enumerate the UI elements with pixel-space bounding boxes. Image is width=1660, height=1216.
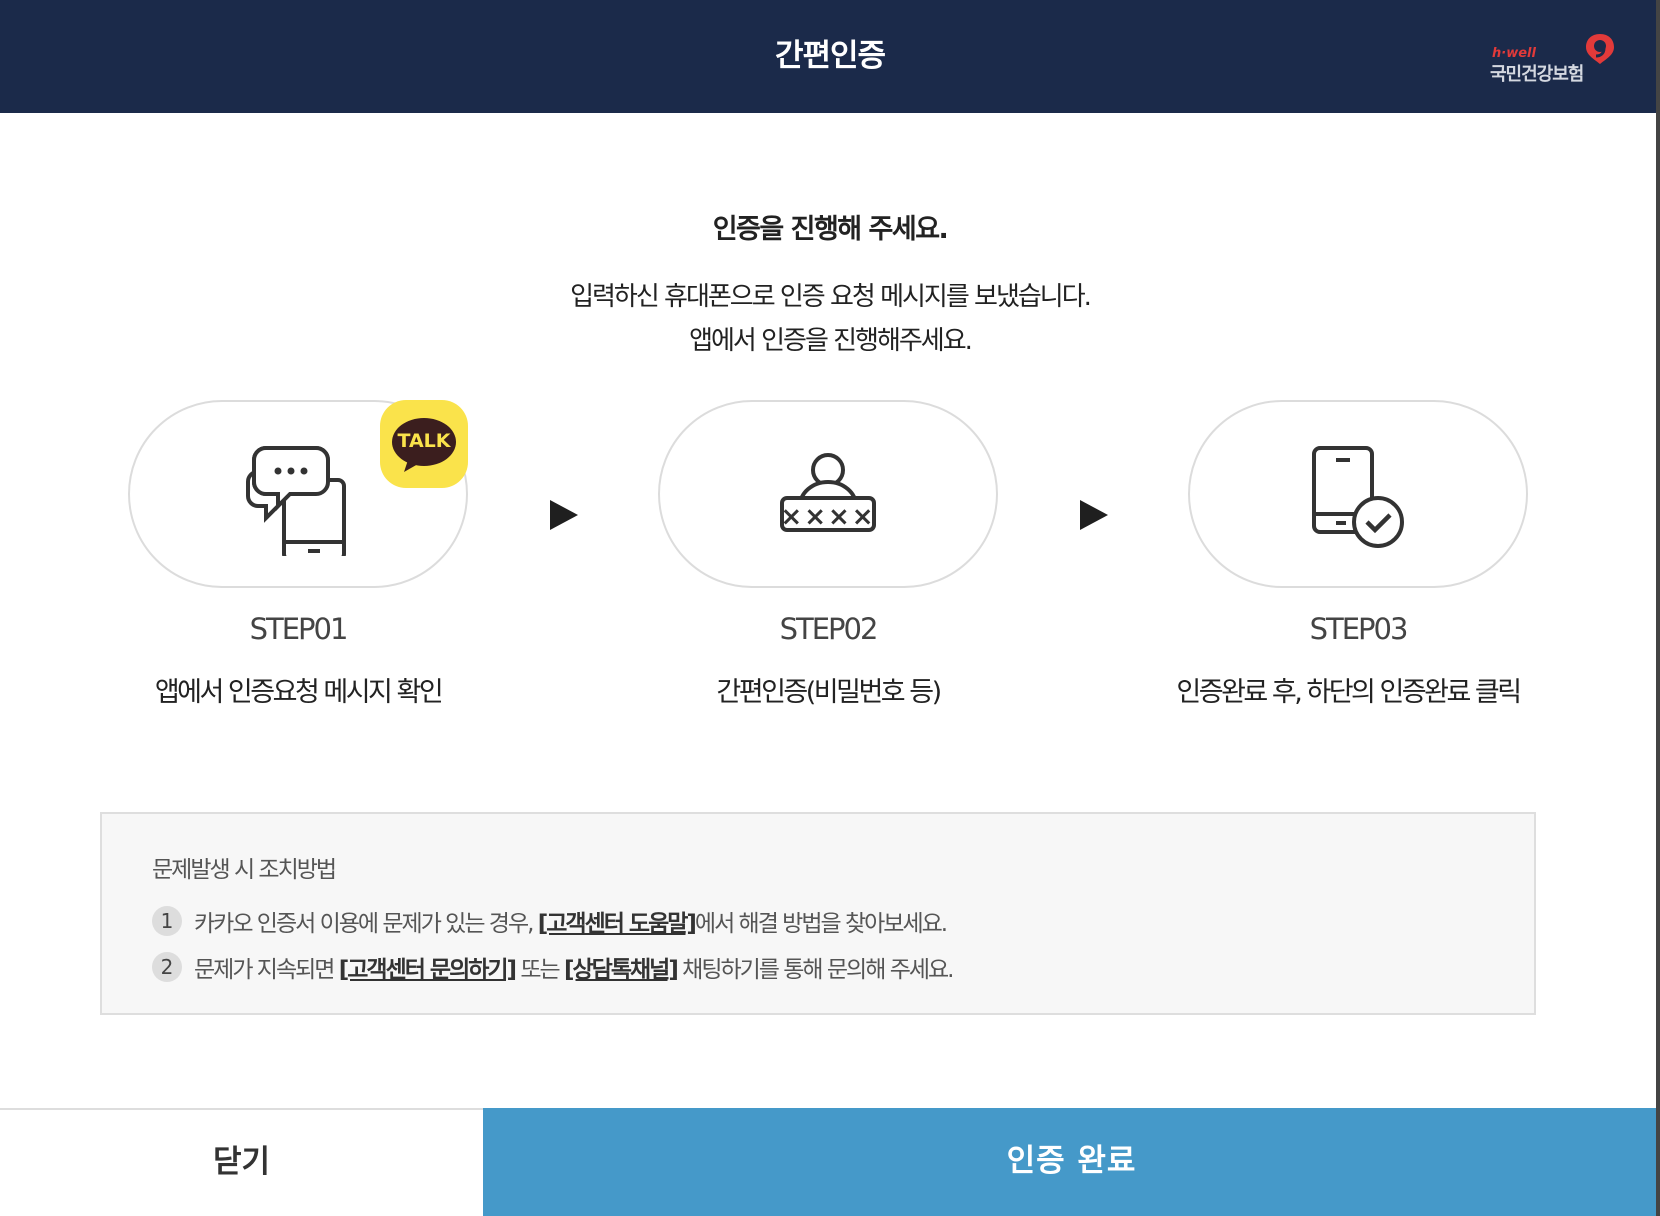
chat-phone-icon (246, 446, 346, 556)
phone-check-icon (1312, 446, 1404, 548)
talk-badge-text: TALK (397, 430, 451, 452)
step03-description: 인증완료 후, 하단의 인증완료 클릭 (1176, 677, 1522, 708)
troubleshooting-item-1: 1 카카오 인증서 이용에 문제가 있는 경우, [고객센터 도움말]에서 해결 … (152, 904, 948, 938)
step03-card (1188, 400, 1528, 588)
auth-description-line2: 앱에서 인증을 진행해주세요. (689, 326, 973, 356)
auth-heading: 인증을 진행해 주세요. (712, 214, 949, 245)
password-mask-text: ×××× (780, 502, 876, 532)
item-text: 카카오 인증서 이용에 문제가 있는 경우, (194, 911, 538, 937)
item-number-badge: 1 (152, 906, 182, 936)
kakaotalk-badge: TALK (380, 400, 468, 488)
logo-mark-icon (1586, 34, 1614, 64)
item-text: 문제가 지속되면 (194, 957, 339, 983)
page-title: 간편인증 (774, 38, 886, 74)
troubleshooting-item-2: 2 문제가 지속되면 [고객센터 문의하기] 또는 [상담톡채널] 채팅하기를 통… (152, 950, 954, 984)
auth-complete-button[interactable]: 인증 완료 (483, 1108, 1660, 1216)
item-text: 에서 해결 방법을 찾아보세요. (694, 911, 948, 937)
logo-name-text: 국민건강보험 (1490, 64, 1584, 85)
step02-description: 간편인증(비밀번호 등) (716, 677, 942, 708)
step02-label: STEP02 (779, 612, 879, 646)
window-edge (1656, 0, 1660, 1216)
nhis-logo: h·well 국민건강보험 (1490, 32, 1620, 88)
close-button[interactable]: 닫기 (0, 1108, 483, 1216)
item-text: 또는 (515, 957, 565, 983)
auth-description-line1: 입력하신 휴대폰으로 인증 요청 메시지를 보냈습니다. (570, 282, 1092, 312)
help-center-inquiry-link[interactable]: [고객센터 문의하기] (339, 957, 517, 983)
step02-card: ×××× (658, 400, 998, 588)
step-arrow-2 (1080, 500, 1108, 530)
help-center-guide-link[interactable]: [고객센터 도움말] (538, 911, 697, 937)
step-arrow-1 (550, 500, 578, 530)
item-text: 채팅하기를 통해 문의해 주세요. (676, 957, 954, 983)
consult-talk-channel-link[interactable]: [상담톡채널] (564, 957, 679, 983)
logo-hwell-text: h·well (1492, 46, 1536, 61)
troubleshooting-box: 문제발생 시 조치방법 1 카카오 인증서 이용에 문제가 있는 경우, [고객센… (100, 812, 1536, 1015)
step01-description: 앱에서 인증요청 메시지 확인 (154, 677, 444, 708)
troubleshooting-title: 문제발생 시 조치방법 (152, 857, 337, 883)
header-bar: 간편인증 h·well 국민건강보험 (0, 0, 1660, 113)
step01-label: STEP01 (249, 612, 349, 646)
item-number-badge: 2 (152, 952, 182, 982)
step03-label: STEP03 (1309, 612, 1409, 646)
